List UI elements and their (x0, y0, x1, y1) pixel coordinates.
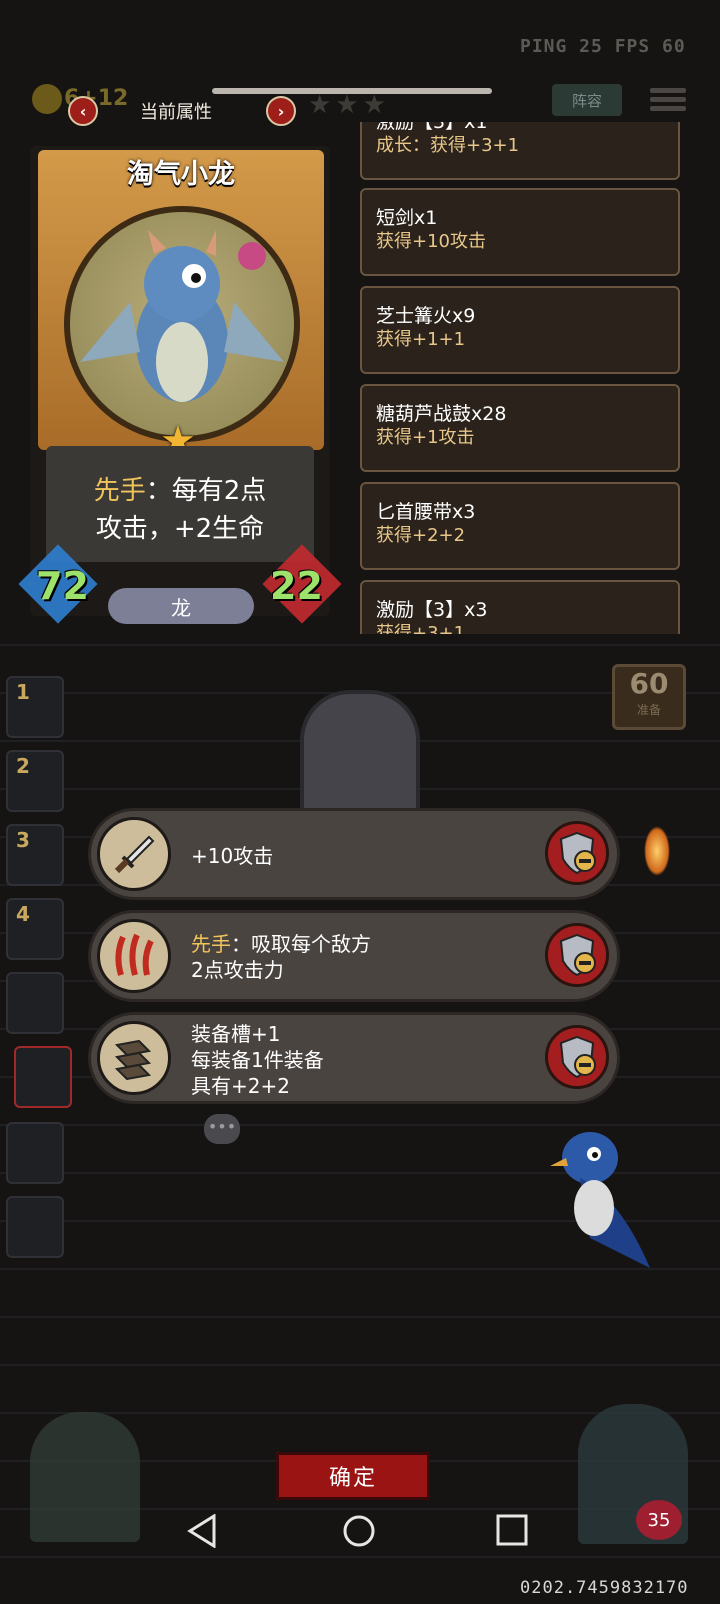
ping-fps-readout: PING 25 FPS 60 (520, 36, 686, 57)
lineup-button[interactable]: 阵容 (552, 84, 622, 116)
remove-shield-button[interactable] (545, 923, 609, 987)
menu-icon[interactable] (650, 84, 686, 120)
hero-name: 淘气小龙 (127, 159, 235, 190)
effects-list[interactable]: 激励【3】x1 成长：获得+3+1 短剑x1 获得+10攻击 芝士篝火x9 获得+1+… (360, 122, 700, 634)
system-nav-bar (0, 1502, 720, 1562)
list-item: 糖葫芦战鼓x28 获得+1攻击 (360, 384, 680, 472)
shop-door (300, 690, 420, 818)
nav-home-icon[interactable] (342, 1514, 376, 1552)
hero-description-line1: 先手：每有2点 (93, 476, 267, 506)
red-claw-icon (97, 919, 171, 993)
prep-timer: 60 准备 (612, 664, 686, 730)
gold-coin-icon (32, 84, 62, 114)
list-item: 芝士篝火x9 获得+1+1 (360, 286, 680, 374)
team-slot-4[interactable]: 4 (6, 898, 64, 960)
hero-description-line2: 攻击，+2生命 (95, 514, 265, 544)
team-slot-7[interactable] (6, 1122, 64, 1184)
ability-row-1: +10攻击 (88, 808, 620, 900)
hero-health: 22 (270, 564, 323, 608)
nav-back-icon[interactable] (186, 1513, 218, 1552)
torch-icon (644, 826, 670, 876)
hero-tribe: 龙 (108, 588, 254, 624)
star-rating-icon: ★★★ (308, 90, 390, 120)
list-item: 激励【3】x1 成长：获得+3+1 (360, 122, 680, 180)
hero-attack: 72 (36, 564, 89, 608)
dragon-portrait-icon (64, 206, 300, 442)
team-slot-6[interactable] (14, 1046, 72, 1108)
version-string: 0202.7459832170 (520, 1578, 689, 1598)
remove-shield-button[interactable] (545, 821, 609, 885)
team-slot-8[interactable] (6, 1196, 64, 1258)
team-slot-5[interactable] (6, 972, 64, 1034)
blue-bird-pet-icon (540, 1118, 660, 1278)
chat-bubble-icon[interactable]: ••• (204, 1114, 240, 1144)
team-slot-1[interactable]: 1 (6, 676, 64, 738)
list-item: 激励【3】x3 获得+3+1 (360, 580, 680, 634)
team-slot-2[interactable]: 2 (6, 750, 64, 812)
current-attributes-title: 当前属性 (140, 102, 212, 123)
prev-arrow-button[interactable]: ‹ (68, 96, 98, 126)
ability-row-3: 装备槽+1 每装备1件装备 具有+2+2 (88, 1012, 620, 1104)
list-item: 短剑x1 获得+10攻击 (360, 188, 680, 276)
dagger-icon (97, 817, 171, 891)
team-slot-3[interactable]: 3 (6, 824, 64, 886)
nav-recents-icon[interactable] (496, 1514, 528, 1550)
ability-text: 先手：吸取每个敌方 2点攻击力 (191, 932, 371, 982)
ability-row-2: 先手：吸取每个敌方 2点攻击力 (88, 910, 620, 1002)
equipment-slot-icon (97, 1021, 171, 1095)
confirm-button[interactable]: 确定 (276, 1452, 430, 1500)
ability-text: +10攻击 (191, 844, 274, 868)
ability-text: 装备槽+1 每装备1件装备 具有+2+2 (191, 1022, 324, 1098)
list-item: 匕首腰带x3 获得+2+2 (360, 482, 680, 570)
next-arrow-button[interactable]: › (266, 96, 296, 126)
remove-shield-button[interactable] (545, 1025, 609, 1089)
